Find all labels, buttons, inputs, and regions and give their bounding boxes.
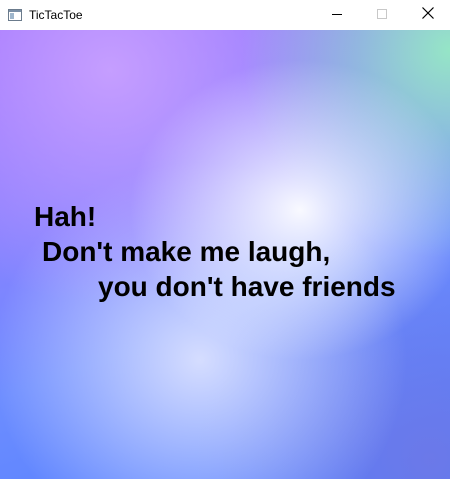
- game-canvas[interactable]: Hah! Don't make me laugh, you don't have…: [0, 30, 450, 479]
- app-window: TicTacToe Hah! Don't make me laugh, you …: [0, 0, 450, 479]
- message-line-3: you don't have friends: [98, 271, 396, 302]
- title-bar[interactable]: TicTacToe: [0, 0, 450, 30]
- message-line-2: Don't make me laugh,: [42, 236, 331, 267]
- maximize-icon: [376, 6, 387, 24]
- minimize-button[interactable]: [314, 0, 359, 30]
- window-title: TicTacToe: [29, 8, 83, 22]
- maximize-button[interactable]: [359, 0, 404, 30]
- minimize-icon: [331, 6, 342, 24]
- close-button[interactable]: [405, 0, 450, 30]
- message-line-1: Hah!: [34, 201, 97, 232]
- close-icon: [421, 6, 434, 24]
- app-window-icon[interactable]: [8, 8, 22, 21]
